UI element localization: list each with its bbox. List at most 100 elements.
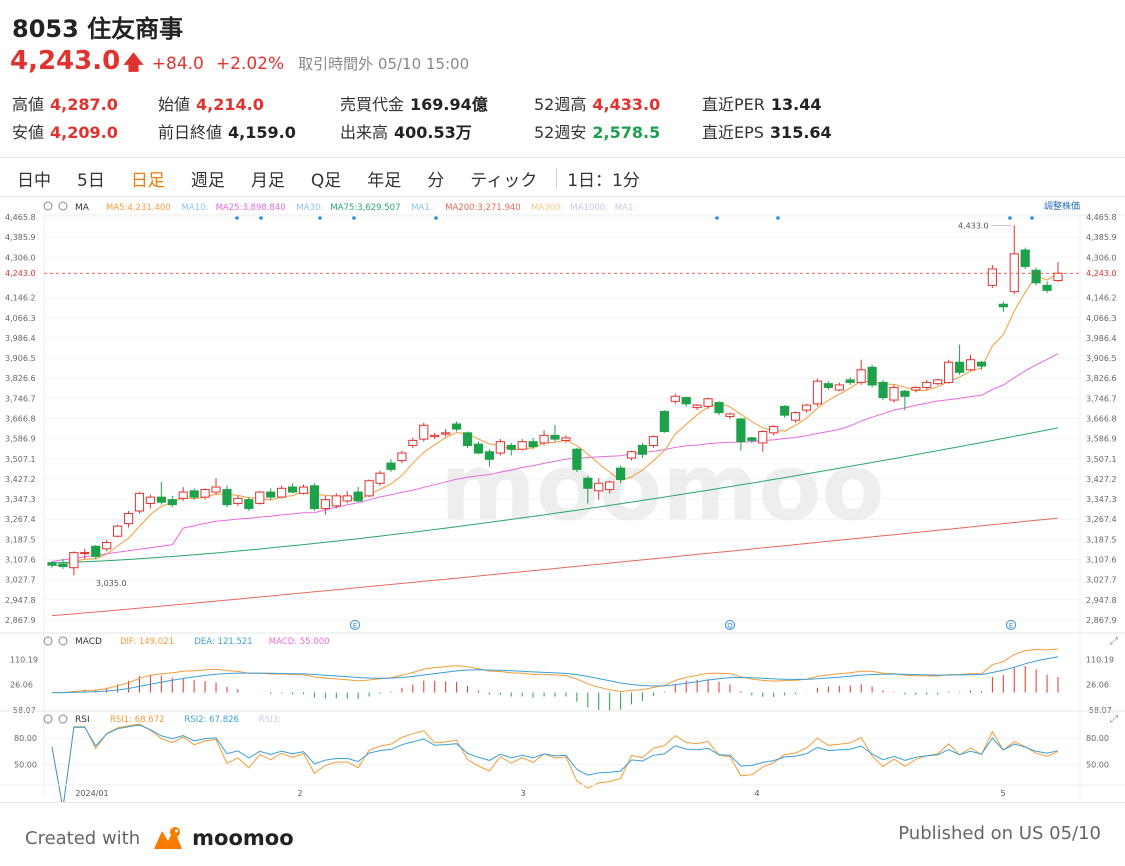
stat-label: 前日終値 xyxy=(158,123,223,142)
stat-open: 始値 4,214.0 xyxy=(158,91,264,115)
candle-body xyxy=(572,448,582,470)
candle-body xyxy=(550,434,560,440)
stat-value: 400.53万 xyxy=(394,123,472,142)
settings-icon xyxy=(43,201,53,211)
ma-legend-item: MA25:3,898.840 xyxy=(216,203,286,213)
indicator-label: MA xyxy=(75,203,90,213)
current-price-label-left: 4,243.0 xyxy=(5,269,36,278)
y-tick-label-right: 4,465.8 xyxy=(1086,213,1117,222)
y-tick-label-left: 3,826.6 xyxy=(5,374,36,383)
ma-legend-item: MA10: xyxy=(182,203,209,213)
macd-legend-item: DEA: 121.521 xyxy=(194,637,252,647)
stat-value: 4,214.0 xyxy=(196,95,264,114)
y-tick-label-left: 2,947.8 xyxy=(5,596,36,605)
candle-body xyxy=(1031,269,1041,284)
tab-daily[interactable]: 日足 xyxy=(126,163,170,194)
y-tick-label-left: 4,385.9 xyxy=(5,233,36,242)
tab-intraday[interactable]: 日中 xyxy=(12,163,56,194)
created-with-text: Created with xyxy=(25,827,141,849)
stat-per: 直近PER 13.44 xyxy=(702,91,822,115)
interval-selector[interactable]: 1日：1分 xyxy=(567,166,640,191)
y-tick-label-right: 3,507.1 xyxy=(1086,455,1117,464)
low-annotation: 3,035.0 xyxy=(96,579,127,588)
y-tick-label-right: 4,306.0 xyxy=(1086,253,1117,262)
y-tick-label-left: 3,986.4 xyxy=(5,334,36,343)
candle-body xyxy=(462,432,473,446)
candle-body xyxy=(659,410,669,433)
candle-body xyxy=(725,413,735,417)
candle-body xyxy=(145,496,156,504)
stat-label: 52週高 xyxy=(534,95,587,114)
candle-body xyxy=(987,268,997,286)
stats-panel: 高値 4,287.0 安値 4,209.0 始値 4,214.0 前日終値 4,159.… xyxy=(12,91,1112,147)
y-tick-label-right: 4,146.2 xyxy=(1086,294,1117,303)
x-tick-label: 3 xyxy=(520,789,525,798)
tab-tick[interactable]: ティック xyxy=(465,163,542,194)
tab-weekly[interactable]: 週足 xyxy=(186,163,230,194)
stat-prev-close: 前日終値 4,159.0 xyxy=(158,119,296,143)
candle-body xyxy=(769,426,779,434)
macd-legend-item: DIF: 149.021 xyxy=(120,637,174,647)
period-tabs: 日中 5日 日足 週足 月足 Q足 年足 分 ティック 1日：1分 xyxy=(12,163,640,193)
y-tick-label-left: 4,146.2 xyxy=(5,294,36,303)
y-tick-label-left: 3,187.5 xyxy=(5,535,36,544)
rsi-tick-right: 80.00 xyxy=(1086,734,1109,743)
candle-body xyxy=(998,303,1008,308)
candle-body xyxy=(386,462,396,470)
event-marker-label: E xyxy=(353,622,357,630)
event-dot xyxy=(715,216,719,220)
close-icon xyxy=(58,636,68,646)
candle-body xyxy=(780,405,790,416)
candle-body xyxy=(856,369,866,383)
candle-body xyxy=(134,492,145,512)
stat-label: 売買代金 xyxy=(340,95,405,114)
stat-label: 高値 xyxy=(12,95,45,114)
expand-icon: ⤢ xyxy=(1110,636,1118,647)
y-tick-label-right: 3,986.4 xyxy=(1086,334,1117,343)
tab-monthly[interactable]: 月足 xyxy=(246,163,290,194)
candle-body xyxy=(178,491,188,499)
candle-body xyxy=(616,467,626,480)
last-price: 4,243.0 xyxy=(10,46,121,76)
candle-body xyxy=(364,480,374,497)
x-tick-label: 2024/01 xyxy=(75,789,108,798)
y-tick-label-left: 3,027.7 xyxy=(5,576,36,585)
rsi2-line xyxy=(51,724,1059,809)
stat-52w-high: 52週高 4,433.0 xyxy=(534,91,660,115)
y-tick-label-right: 3,666.8 xyxy=(1086,415,1117,424)
candle-body xyxy=(517,441,527,450)
stat-label: 52週安 xyxy=(534,123,587,142)
candle-body xyxy=(91,545,101,557)
candle-body xyxy=(594,482,604,492)
candle-body xyxy=(451,423,462,430)
stock-chart-svg[interactable]: MA MA5:4,231.400 MA10: MA25:3,898.840 MA30: M… xyxy=(0,197,1125,809)
candle-body xyxy=(211,486,221,493)
candle-body xyxy=(747,437,757,441)
ma-legend-item: MA300: xyxy=(531,203,563,213)
tab-yearly[interactable]: 年足 xyxy=(362,163,406,194)
candle-body xyxy=(287,486,298,493)
tab-minute[interactable]: 分 xyxy=(422,163,449,194)
tab-5day[interactable]: 5日 xyxy=(72,163,110,194)
price-change: +84.0 xyxy=(151,54,204,74)
y-tick-label-right: 3,187.5 xyxy=(1086,535,1117,544)
event-marker-label: Q xyxy=(727,622,733,630)
candle-body xyxy=(113,525,123,537)
y-tick-label-left: 2,867.9 xyxy=(5,616,36,625)
close-icon xyxy=(58,714,68,724)
stat-label: 安値 xyxy=(12,123,45,142)
y-tick-label-left: 3,507.1 xyxy=(5,455,36,464)
candle-body xyxy=(353,491,363,502)
dif-line xyxy=(51,648,1059,694)
tab-quarterly[interactable]: Q足 xyxy=(306,163,346,194)
candle-body xyxy=(342,495,352,502)
candle-body xyxy=(790,412,801,421)
candle-body xyxy=(1009,253,1019,293)
candle-body xyxy=(965,359,976,371)
candle-body xyxy=(255,491,265,504)
event-dot xyxy=(318,216,322,220)
y-tick-label-right: 3,027.7 xyxy=(1086,576,1117,585)
ma-legend-item: MA5:4,231.400 xyxy=(106,203,171,213)
event-dot xyxy=(259,216,263,220)
market-status: 取引時間外 05/10 15:00 xyxy=(298,55,470,73)
